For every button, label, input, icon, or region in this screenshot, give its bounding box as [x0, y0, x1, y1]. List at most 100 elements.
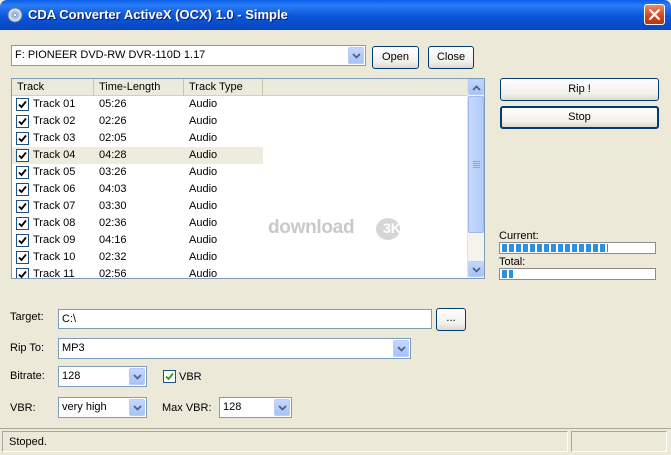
scroll-down-button[interactable] — [468, 261, 484, 277]
disc-icon — [7, 7, 23, 23]
track-name: Track 06 — [33, 183, 76, 195]
track-type: Audio — [189, 183, 218, 195]
stop-button[interactable]: Stop — [500, 106, 659, 129]
window-close-button[interactable] — [644, 4, 665, 25]
track-row[interactable]: Track 11 02:56 Audio — [12, 266, 468, 279]
check-icon — [18, 202, 27, 211]
check-icon — [18, 100, 27, 109]
target-input[interactable]: C:\ — [58, 309, 432, 329]
browse-button[interactable]: ... — [436, 308, 466, 331]
total-progress-bar — [499, 268, 656, 280]
track-name: Track 04 — [33, 149, 76, 161]
scroll-thumb[interactable] — [468, 96, 484, 233]
current-progress-label: Current: — [499, 230, 539, 242]
track-type: Audio — [189, 217, 218, 229]
max-vbr-label: Max VBR: — [162, 402, 212, 414]
track-checkbox[interactable] — [16, 98, 29, 111]
track-time: 02:36 — [99, 217, 127, 229]
track-row[interactable]: Track 05 03:26 Audio — [12, 164, 468, 181]
track-type: Audio — [189, 268, 218, 279]
track-type: Audio — [189, 251, 218, 263]
track-checkbox[interactable] — [16, 132, 29, 145]
check-icon — [18, 151, 27, 160]
chevron-down-icon[interactable] — [129, 399, 145, 416]
status-pane-main: Stoped. — [2, 431, 568, 452]
check-icon — [18, 134, 27, 143]
drive-select[interactable]: F: PIONEER DVD-RW DVR-110D 1.17 — [11, 45, 366, 66]
check-icon — [18, 236, 27, 245]
vbr-label: VBR: — [10, 402, 36, 414]
check-icon — [18, 117, 27, 126]
track-type: Audio — [189, 166, 218, 178]
track-name: Track 08 — [33, 217, 76, 229]
chevron-down-icon[interactable] — [348, 47, 364, 64]
check-icon — [18, 253, 27, 262]
chevron-down-icon[interactable] — [393, 340, 409, 357]
bitrate-select[interactable]: 128 — [58, 366, 147, 387]
current-progress-bar — [499, 242, 656, 254]
track-time: 04:16 — [99, 234, 127, 246]
check-icon — [18, 185, 27, 194]
watermark-text: download — [268, 217, 355, 238]
scroll-up-button[interactable] — [468, 79, 484, 95]
check-icon — [18, 219, 27, 228]
track-time: 02:26 — [99, 115, 127, 127]
column-header-track[interactable]: Track — [12, 79, 94, 96]
track-checkbox[interactable] — [16, 149, 29, 162]
track-row[interactable]: Track 04 04:28 Audio — [12, 147, 468, 164]
track-row[interactable]: Track 02 02:26 Audio — [12, 113, 468, 130]
track-row[interactable]: Track 06 04:03 Audio — [12, 181, 468, 198]
chevron-down-icon[interactable] — [129, 368, 145, 385]
track-name: Track 02 — [33, 115, 76, 127]
column-header-time-length[interactable]: Time-Length — [94, 79, 184, 96]
max-vbr-select[interactable]: 128 — [219, 397, 292, 418]
rip-to-select[interactable]: MP3 — [58, 338, 411, 359]
track-type: Audio — [189, 132, 218, 144]
track-checkbox[interactable] — [16, 234, 29, 247]
close-icon — [648, 8, 661, 21]
column-header-track-type[interactable]: Track Type — [184, 79, 263, 96]
vbr-checkbox-label[interactable]: VBR — [179, 371, 202, 383]
chevron-down-icon[interactable] — [274, 399, 290, 416]
chevron-down-icon — [472, 267, 481, 273]
chevron-up-icon — [472, 85, 481, 91]
vbr-checkbox[interactable] — [163, 370, 176, 383]
track-name: Track 05 — [33, 166, 76, 178]
track-name: Track 09 — [33, 234, 76, 246]
bitrate-label: Bitrate: — [10, 370, 45, 382]
watermark-badge-text: 3K — [383, 220, 401, 236]
track-row[interactable]: Track 07 03:30 Audio — [12, 198, 468, 215]
track-type: Audio — [189, 234, 218, 246]
track-type: Audio — [189, 98, 218, 110]
track-checkbox[interactable] — [16, 251, 29, 264]
track-checkbox[interactable] — [16, 115, 29, 128]
vbr-select[interactable]: very high — [58, 397, 147, 418]
track-row[interactable]: Track 10 02:32 Audio — [12, 249, 468, 266]
title-bar[interactable]: CDA Converter ActiveX (OCX) 1.0 - Simple — [0, 0, 671, 30]
vertical-scrollbar[interactable] — [467, 79, 484, 278]
track-row[interactable]: Track 03 02:05 Audio — [12, 130, 468, 147]
track-checkbox[interactable] — [16, 217, 29, 230]
close-button[interactable]: Close — [428, 46, 474, 69]
status-pane-secondary — [571, 431, 667, 452]
track-row[interactable]: Track 01 05:26 Audio — [12, 96, 468, 113]
track-list[interactable]: Track Time-Length Track Type Track 01 05:… — [11, 78, 485, 279]
track-time: 02:32 — [99, 251, 127, 263]
app-window: CDA Converter ActiveX (OCX) 1.0 - Simple… — [0, 0, 671, 455]
track-type: Audio — [189, 149, 218, 161]
track-checkbox[interactable] — [16, 268, 29, 278]
open-button[interactable]: Open — [372, 46, 419, 69]
rip-to-label: Rip To: — [10, 342, 45, 354]
total-progress-label: Total: — [499, 256, 526, 268]
track-checkbox[interactable] — [16, 183, 29, 196]
track-checkbox[interactable] — [16, 200, 29, 213]
rip-button[interactable]: Rip ! — [500, 78, 659, 101]
track-type: Audio — [189, 200, 218, 212]
track-time: 05:26 — [99, 98, 127, 110]
track-name: Track 01 — [33, 98, 76, 110]
watermark-badge: 3K — [376, 218, 401, 240]
target-input-value: C:\ — [62, 313, 77, 325]
track-checkbox[interactable] — [16, 166, 29, 179]
track-time: 04:28 — [99, 149, 127, 161]
bitrate-value: 128 — [62, 370, 81, 382]
